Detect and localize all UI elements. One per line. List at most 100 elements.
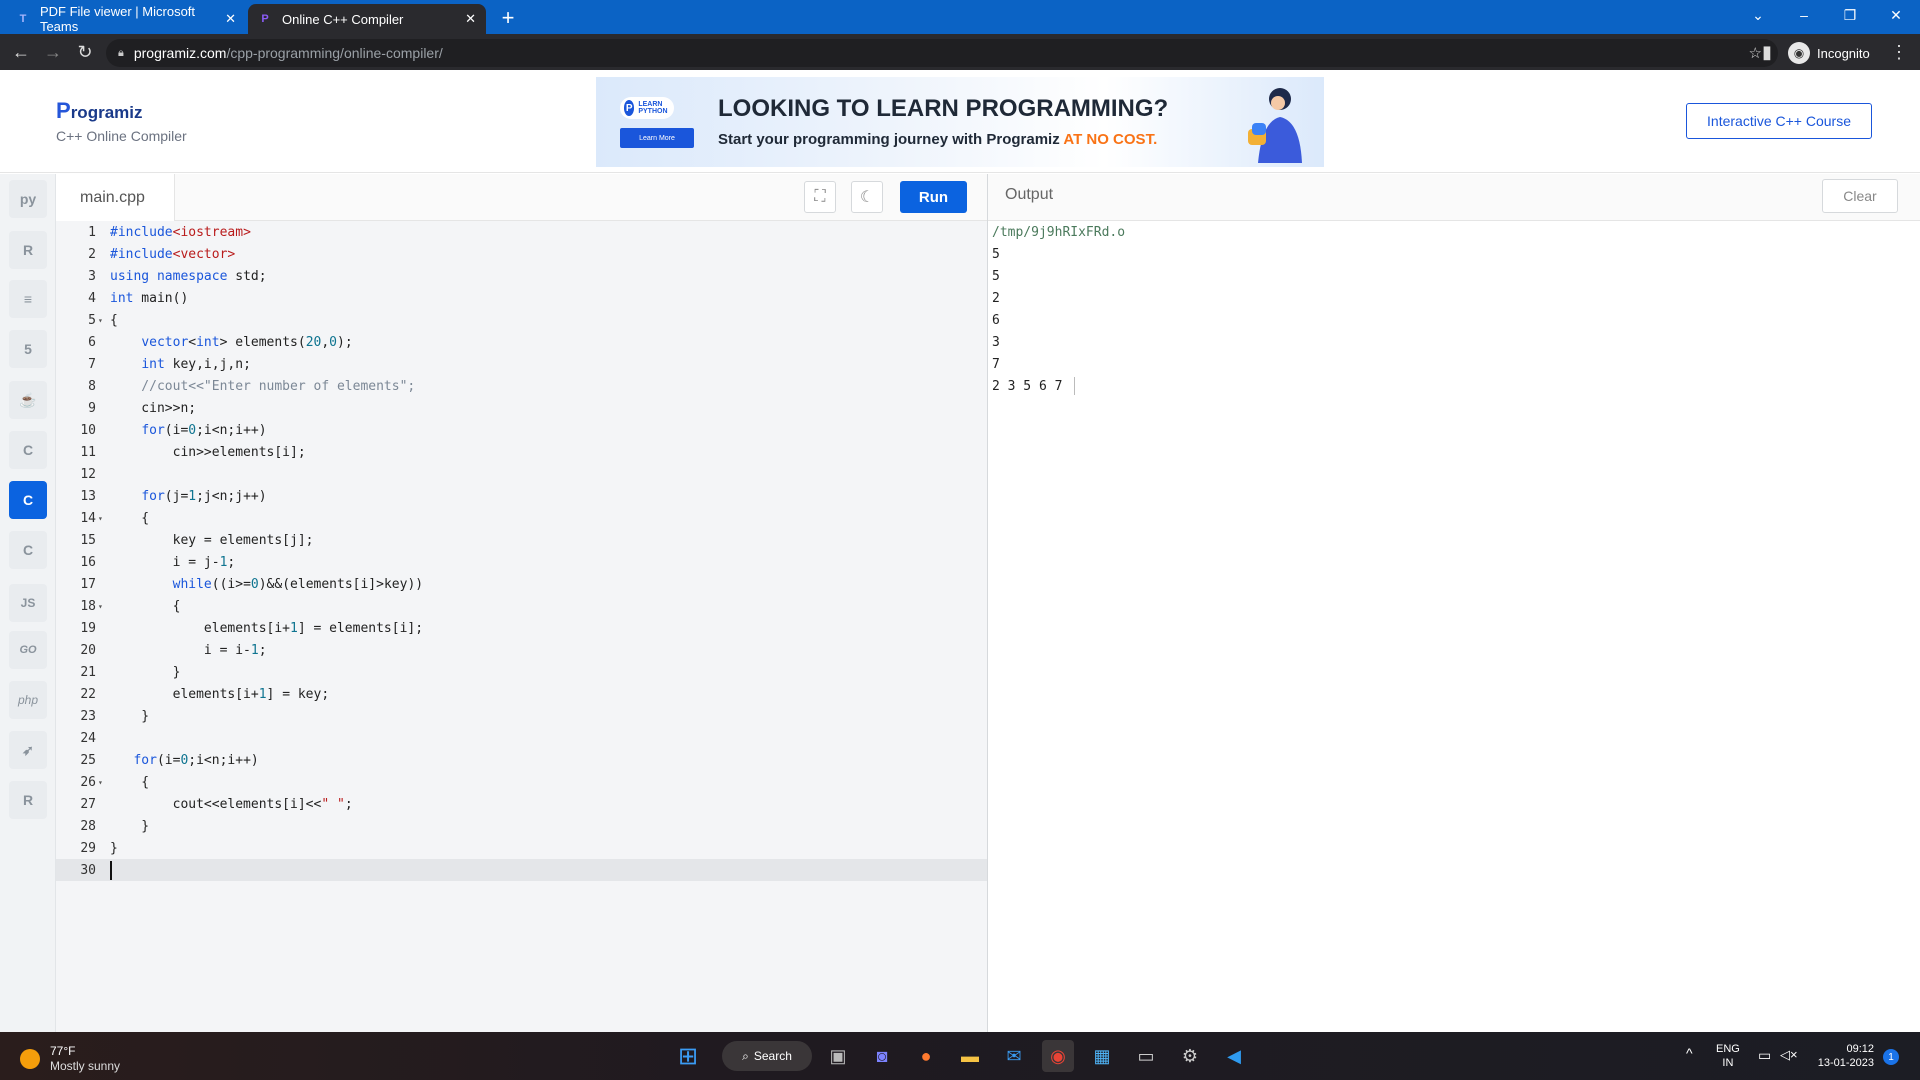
banner-subtext: Start your programming journey with Prog… [718,131,1158,148]
terminal-icon[interactable]: ▭ [1130,1040,1162,1072]
fold-arrow-icon[interactable]: ▾ [98,508,103,530]
incognito-profile[interactable]: ◉ Incognito [1788,40,1870,66]
code-line[interactable]: { [110,508,149,530]
code-line[interactable]: for(i=0;i<n;i++) [110,420,266,442]
code-line[interactable]: cin>>elements[i]; [110,442,306,464]
fold-arrow-icon[interactable]: ▾ [98,310,103,332]
vscode-icon[interactable]: ◀ [1218,1040,1250,1072]
ad-banner[interactable]: P LEARN PYTHON Learn More LOOKING TO LEAR… [596,77,1324,167]
fullscreen-icon[interactable]: ⛶ [804,181,836,213]
code-line[interactable]: cin>>n; [110,398,196,420]
clear-button[interactable]: Clear [1822,179,1898,213]
notification-badge[interactable]: 1 [1883,1049,1899,1065]
language-indicator[interactable]: ENG IN [1716,1042,1740,1070]
close-icon[interactable]: ✕ [465,11,476,27]
swift-icon[interactable]: ➶ [9,731,47,769]
code-line[interactable]: elements[i+1] = elements[i]; [110,618,423,640]
code-line[interactable]: } [110,706,149,728]
app-icon[interactable]: ⚙ [1174,1040,1206,1072]
url-host: programiz.com [133,45,227,61]
code-line[interactable]: } [110,816,149,838]
tab-compiler[interactable]: P Online C++ Compiler ✕ [248,4,486,34]
fold-arrow-icon[interactable]: ▾ [98,596,103,618]
run-button[interactable]: Run [900,181,967,213]
line-number: 12 [80,467,96,482]
clock[interactable]: 09:12 13-01-2023 [1810,1042,1874,1070]
tab-teams[interactable]: T PDF File viewer | Microsoft Teams ✕ [6,4,246,34]
html-icon[interactable]: 5 [9,330,47,368]
active-line-highlight [56,859,988,881]
code-line[interactable]: { [110,310,118,332]
code-line[interactable]: i = j-1; [110,552,236,574]
sql-icon[interactable]: ≡ [9,280,47,318]
network-icon[interactable]: ▭ [1758,1048,1771,1062]
code-line[interactable]: } [110,662,181,684]
windows-start-icon[interactable]: ⊞ [672,1040,704,1072]
code-line[interactable]: for(i=0;i<n;i++) [110,750,258,772]
go-icon[interactable]: GO [9,631,47,669]
r-icon[interactable]: R [9,231,47,269]
code-line[interactable]: i = i-1; [110,640,267,662]
code-line[interactable]: { [110,596,181,618]
code-line[interactable]: { [110,772,149,794]
teams-chat-icon[interactable]: ◙ [866,1040,898,1072]
c-icon[interactable]: C [9,431,47,469]
tab-search-icon[interactable]: ⌄ [1736,0,1780,34]
back-icon[interactable]: ← [8,40,34,66]
store-icon[interactable]: ▦ [1086,1040,1118,1072]
programiz-logo[interactable]: Programiz [56,98,142,124]
new-tab-button[interactable]: + [494,4,522,32]
code-line[interactable]: int main() [110,288,188,310]
line-number: 30 [80,863,96,878]
tray-chevron-icon[interactable]: ^ [1686,1046,1693,1060]
dark-mode-icon[interactable]: ☾ [851,181,883,213]
line-number: 8 [88,379,96,394]
output-console[interactable] [988,221,1920,1032]
task-view-icon[interactable]: ▣ [822,1040,854,1072]
code-line[interactable]: #include<iostream> [110,222,251,244]
line-number: 28 [80,819,96,834]
reload-icon[interactable]: ↻ [72,40,98,66]
code-line[interactable]: key = elements[j]; [110,530,314,552]
minimize-button[interactable]: – [1782,0,1826,34]
file-explorer-icon[interactable]: ▬ [954,1040,986,1072]
interactive-course-button[interactable]: Interactive C++ Course [1686,103,1872,139]
output-line: 7 [992,357,1000,372]
code-line[interactable]: while((i>=0)&&(elements[i]>key)) [110,574,423,596]
code-line[interactable]: } [110,838,118,860]
firefox-icon[interactable]: ● [910,1040,942,1072]
volume-icon[interactable]: ◁× [1780,1048,1798,1062]
csharp-icon[interactable]: C [9,531,47,569]
taskbar-search[interactable]: ⌕ Search [722,1041,812,1071]
code-line[interactable]: //cout<<"Enter number of elements"; [110,376,415,398]
code-line[interactable]: for(j=1;j<n;j++) [110,486,266,508]
cpp-icon[interactable]: C [9,481,47,519]
restore-button[interactable]: ❐ [1828,0,1872,34]
java-icon[interactable]: ☕ [9,381,47,419]
learn-more-button[interactable]: Learn More [620,128,694,148]
side-panel-icon[interactable]: ▮ [1754,40,1780,66]
close-window-button[interactable]: ✕ [1874,0,1918,34]
code-line[interactable]: elements[i+1] = key; [110,684,330,706]
chrome-icon[interactable]: ◉ [1042,1040,1074,1072]
line-number: 13 [80,489,96,504]
python-icon[interactable]: py [9,180,47,218]
php-icon[interactable]: php [9,681,47,719]
javascript-icon[interactable]: JS [9,584,47,622]
close-icon[interactable]: ✕ [225,11,236,27]
code-line[interactable]: using namespace std; [110,266,267,288]
mail-icon[interactable]: ✉ [998,1040,1030,1072]
fold-arrow-icon[interactable]: ▾ [98,772,103,794]
menu-kebab-icon[interactable]: ⋮ [1886,40,1912,66]
code-line[interactable]: vector<int> elements(20,0); [110,332,352,354]
url-field[interactable]: 🔒︎ programiz.com/cpp-programming/online-… [106,39,1778,67]
forward-icon[interactable]: → [40,40,66,66]
rust-icon[interactable]: R [9,781,47,819]
file-tab[interactable]: main.cpp [56,174,175,221]
sunny-icon [20,1049,40,1069]
code-line[interactable]: int key,i,j,n; [110,354,251,376]
line-number: 29 [80,841,96,856]
weather-widget[interactable]: 77°F Mostly sunny [20,1044,120,1074]
code-line[interactable]: #include<vector> [110,244,235,266]
code-line[interactable]: cout<<elements[i]<<" "; [110,794,353,816]
